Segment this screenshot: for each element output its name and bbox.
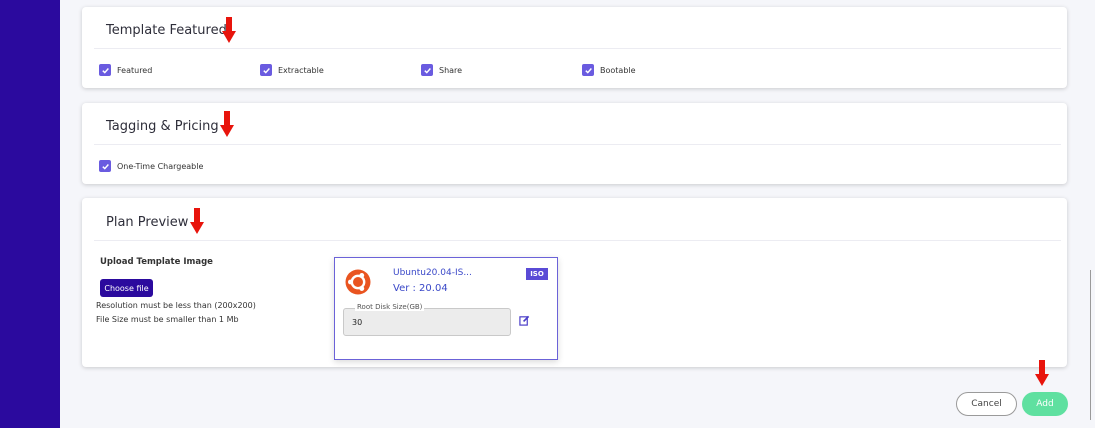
divider bbox=[94, 240, 1061, 241]
os-version: Ver : 20.04 bbox=[393, 283, 448, 294]
check-icon bbox=[421, 64, 433, 76]
extractable-checkbox[interactable]: Extractable bbox=[260, 64, 324, 76]
tagging-pricing-title: Tagging & Pricing bbox=[106, 119, 219, 134]
red-arrow-down-icon bbox=[190, 208, 204, 234]
template-preview-card: Ubuntu20.04-IS... Ver : 20.04 ISO 30 Roo… bbox=[334, 257, 558, 360]
resolution-note: Resolution must be less than (200x200) bbox=[96, 301, 256, 310]
upload-template-label: Upload Template Image bbox=[100, 257, 213, 267]
featured-label: Featured bbox=[117, 65, 153, 75]
check-icon bbox=[99, 64, 111, 76]
bootable-checkbox[interactable]: Bootable bbox=[582, 64, 636, 76]
root-disk-size-value: 30 bbox=[352, 318, 363, 327]
extractable-label: Extractable bbox=[278, 65, 324, 75]
red-arrow-down-icon bbox=[1035, 360, 1049, 386]
root-disk-size-label: Root Disk Size(GB) bbox=[355, 303, 425, 311]
edit-icon[interactable] bbox=[519, 315, 530, 326]
red-arrow-down-icon bbox=[222, 17, 236, 43]
featured-checkbox[interactable]: Featured bbox=[99, 64, 152, 76]
add-button[interactable]: Add bbox=[1022, 392, 1068, 416]
share-checkbox[interactable]: Share bbox=[421, 64, 462, 76]
template-featured-title: Template Featured bbox=[106, 23, 227, 38]
one-time-chargeable-label: One-Time Chargeable bbox=[117, 161, 204, 171]
divider bbox=[94, 144, 1061, 145]
check-icon bbox=[260, 64, 272, 76]
red-arrow-down-icon bbox=[220, 111, 234, 137]
one-time-chargeable-checkbox[interactable]: One-Time Chargeable bbox=[99, 160, 203, 172]
plan-preview-card: Plan Preview bbox=[82, 198, 1067, 367]
bootable-label: Bootable bbox=[600, 65, 636, 75]
file-size-note: File Size must be smaller than 1 Mb bbox=[96, 315, 239, 324]
share-label: Share bbox=[439, 65, 463, 75]
check-icon bbox=[99, 160, 111, 172]
ubuntu-logo-icon bbox=[345, 269, 371, 295]
divider bbox=[94, 48, 1061, 49]
check-icon bbox=[582, 64, 594, 76]
cancel-button[interactable]: Cancel bbox=[956, 392, 1017, 416]
sidebar bbox=[0, 0, 60, 428]
root-disk-size-field[interactable]: 30 bbox=[343, 308, 511, 336]
os-name: Ubuntu20.04-IS... bbox=[393, 268, 472, 278]
scrollbar-track[interactable] bbox=[1090, 270, 1091, 420]
choose-file-button[interactable]: Choose file bbox=[100, 279, 153, 297]
plan-preview-title: Plan Preview bbox=[106, 215, 189, 230]
iso-badge: ISO bbox=[526, 268, 548, 280]
